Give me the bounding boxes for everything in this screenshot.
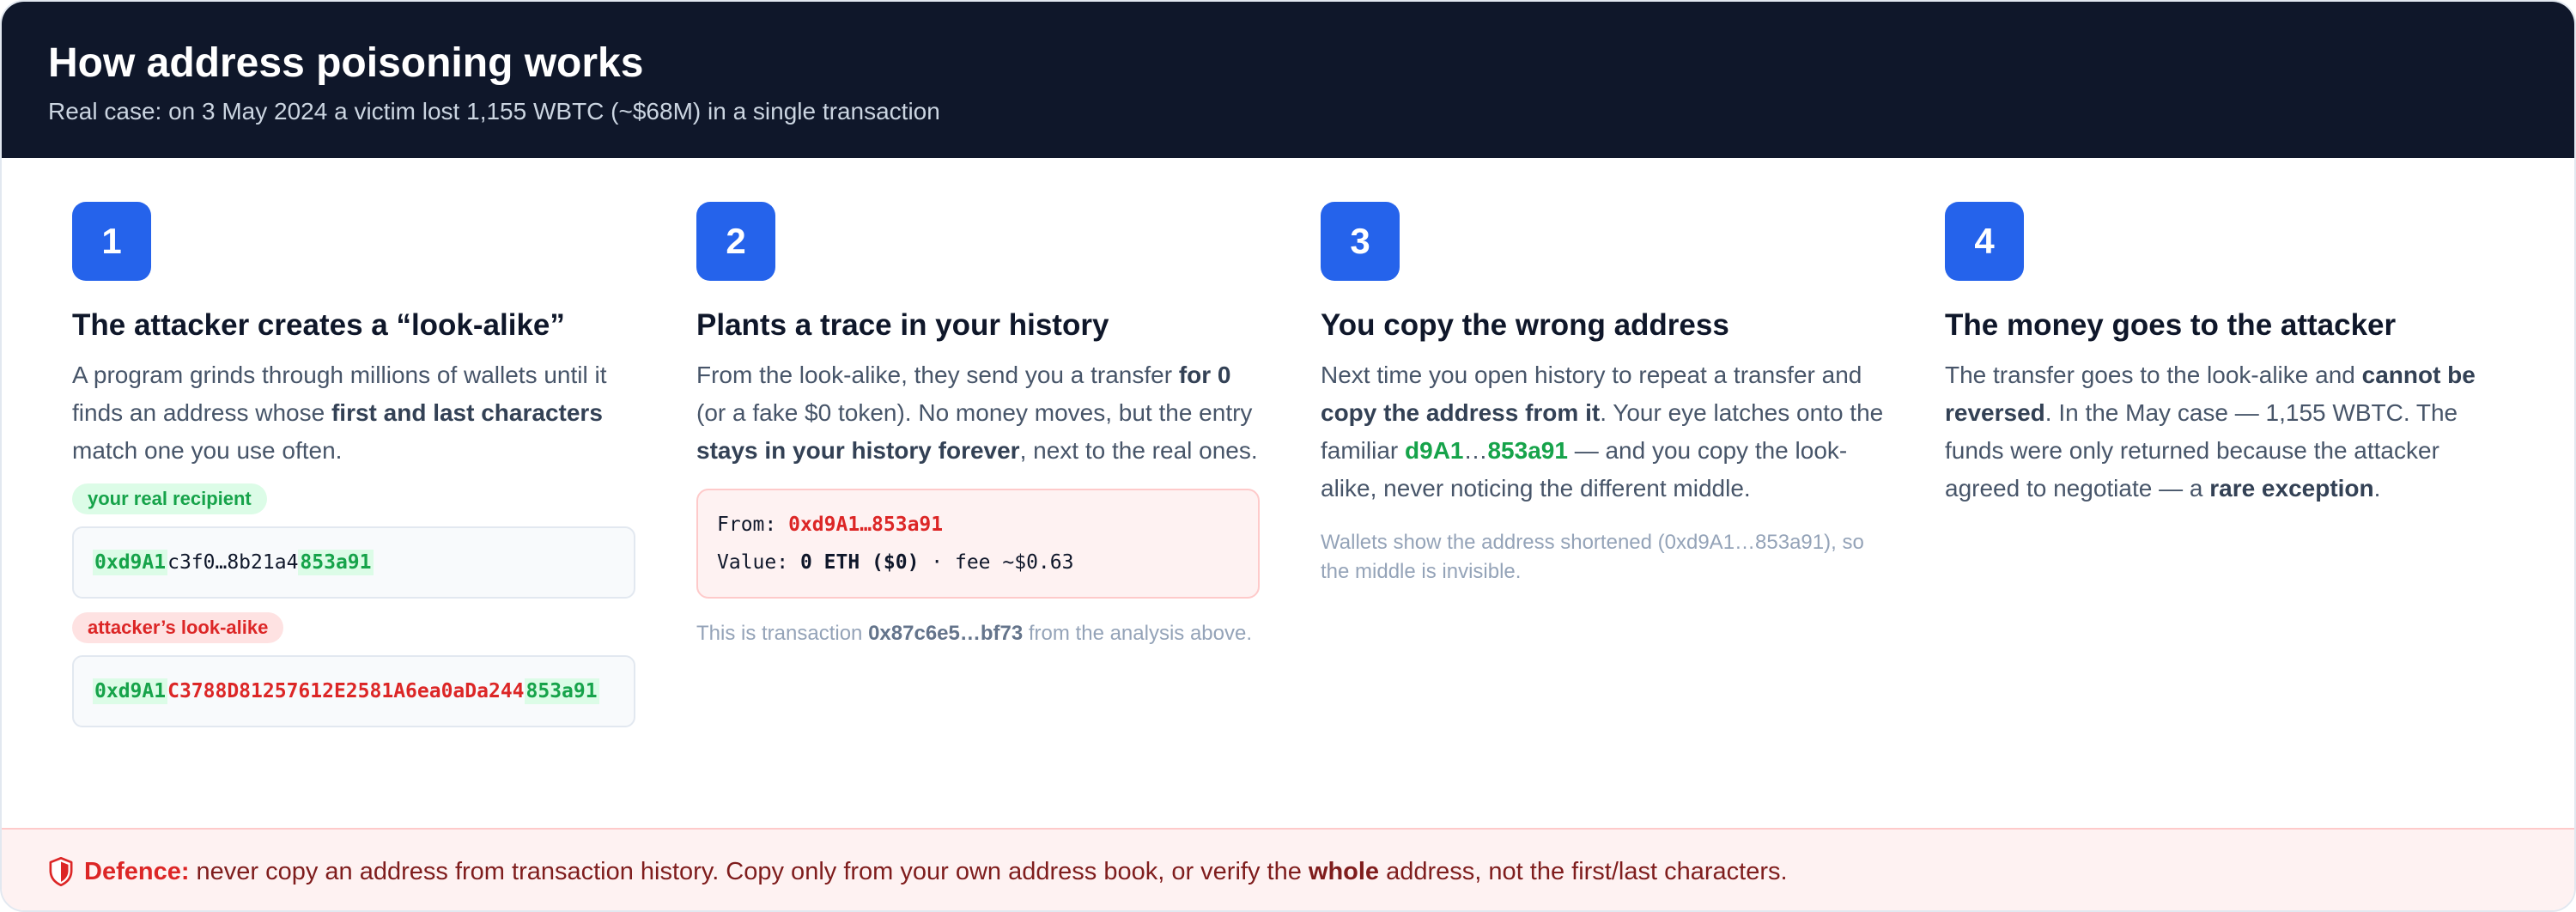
tx-from-row: From: 0xd9A1…853a91 [717,514,944,536]
address-middle: c3f0…8b21a4 [167,551,299,574]
step-1: 1 The attacker creates a “look-alike” A … [72,202,635,727]
step-title: The money goes to the attacker [1945,308,2397,342]
page-title: How address poisoning works [48,40,644,86]
page-subtitle: Real case: on 3 May 2024 a victim lost 1… [48,98,940,125]
step-number-badge: 4 [1945,202,2024,281]
address-middle: C3788D81257612E2581A6ea0aDa244 [167,680,525,702]
step-2: 2 Plants a trace in your history From th… [696,202,1260,648]
step-note: This is transaction 0x87c6e5…bf73 from t… [696,622,1253,645]
step-title: The attacker creates a “look-alike” [72,308,565,342]
look-alike-address-box: 0xd9A1C3788D81257612E2581A6ea0aDa244853a… [72,655,635,727]
address-suffix: 853a91 [524,678,599,704]
defence-banner: Defence: never copy an address from tran… [2,828,2574,910]
real-address-box: 0xd9A1c3f0…8b21a4853a91 [72,526,635,599]
step-description: From the look-alike, they send you a tra… [696,362,1258,464]
step-4: 4 The money goes to the attacker The tra… [1945,202,2508,508]
address-prefix: 0xd9A1 [93,550,168,575]
step-description: A program grinds through millions of wal… [72,362,607,464]
step-title: Plants a trace in your history [696,308,1109,342]
fake-transaction-box: From: 0xd9A1…853a91 Value: 0 ETH ($0) · … [696,489,1260,599]
step-title: You copy the wrong address [1321,308,1729,342]
step-description: Next time you open history to repeat a t… [1321,362,1884,502]
shield-icon [49,857,73,886]
tx-value-row: Value: 0 ETH ($0) · fee ~$0.63 [717,551,1074,574]
step-note: Wallets show the address shortened (0xd9… [1321,531,1864,583]
steps-row: 1 The attacker creates a “look-alike” A … [2,158,2574,828]
header: How address poisoning works Real case: o… [2,2,2574,158]
step-3: 3 You copy the wrong address Next time y… [1321,202,1884,587]
address-suffix: 853a91 [298,550,374,575]
look-alike-label: attacker’s look-alike [72,612,284,643]
defence-label: Defence: [84,857,190,885]
address-prefix: 0xd9A1 [93,678,168,704]
step-number-badge: 2 [696,202,775,281]
step-description: The transfer goes to the look-alike and … [1945,362,2476,502]
real-recipient-label: your real recipient [72,483,267,514]
defence-text: never copy an address from transaction h… [196,857,1788,885]
step-number-badge: 1 [72,202,151,281]
step-number-badge: 3 [1321,202,1400,281]
explainer-card: How address poisoning works Real case: o… [0,0,2576,912]
